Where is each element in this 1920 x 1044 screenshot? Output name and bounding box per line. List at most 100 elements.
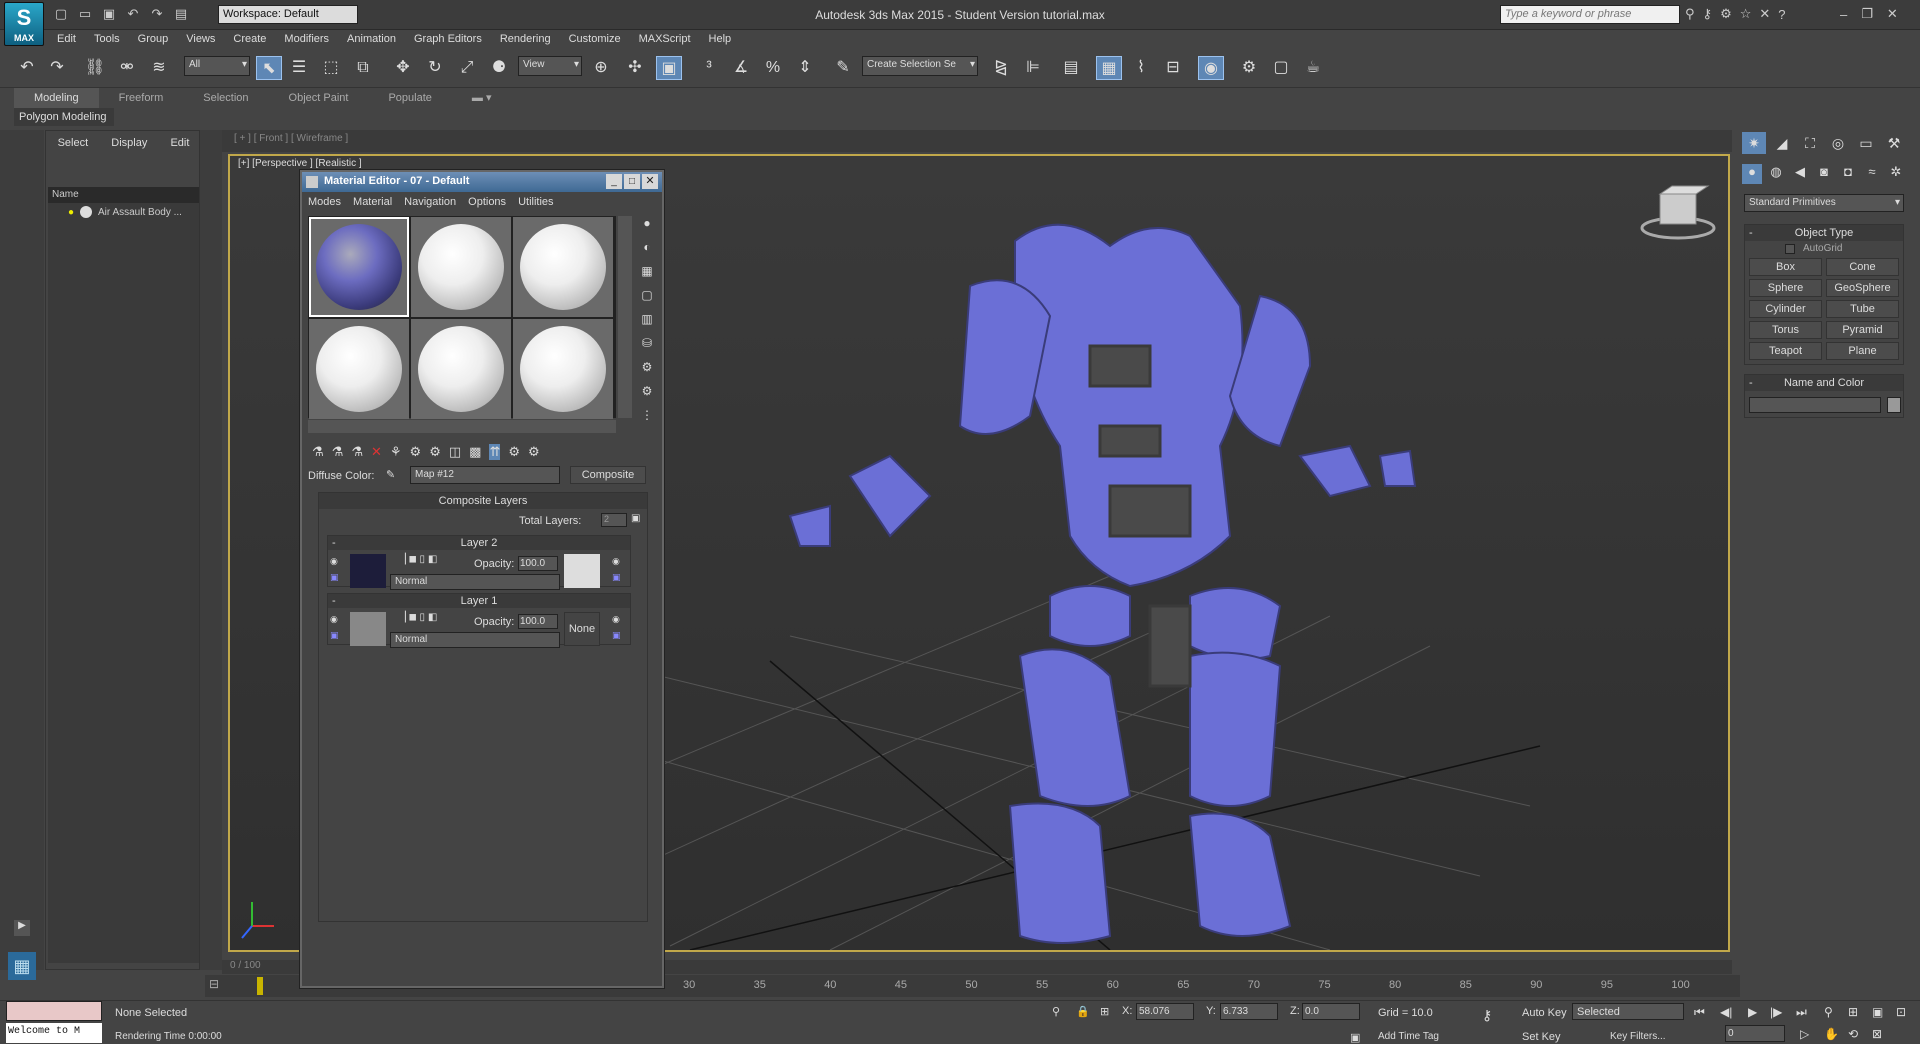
mask-thumbnail[interactable] [564, 554, 600, 588]
show-end-result-icon[interactable]: ▩ [469, 444, 481, 460]
exchange-icon[interactable]: ✕ [1759, 6, 1770, 22]
viewcube-icon[interactable] [1640, 185, 1716, 240]
workspace-dropdown[interactable]: Workspace: Default [218, 5, 358, 24]
render-production-icon[interactable]: ☕ [1300, 56, 1326, 80]
sample-slot[interactable] [309, 319, 409, 419]
sample-slot[interactable] [513, 217, 613, 317]
unlink-icon[interactable]: ⚮ [114, 56, 140, 80]
key-filters-button[interactable]: Key Filters... [1610, 1031, 1666, 1042]
snaps-toggle-icon[interactable]: ³ [696, 56, 722, 80]
expand-arrow-icon[interactable]: ▶ [14, 920, 30, 936]
layer-title[interactable]: Layer 2 [328, 536, 630, 550]
lock-icon[interactable]: 🔒 [1076, 1005, 1090, 1018]
zoom-extents-all-icon[interactable]: ⊡ [1896, 1005, 1906, 1019]
previous-frame-icon[interactable]: ◀| [1720, 1005, 1732, 1019]
restore-icon[interactable]: ❐ [1861, 6, 1873, 22]
layer-action-icons[interactable]: ▕ ◼ ▯ ◧ [398, 554, 437, 565]
armor-model[interactable] [788, 223, 1417, 944]
opacity-input[interactable]: 100.0 [518, 614, 558, 629]
tab-freeform[interactable]: Freeform [99, 88, 184, 108]
menu-modifiers[interactable]: Modifiers [275, 30, 338, 48]
layer-action-icons[interactable]: ▕ ◼ ▯ ◧ [398, 612, 437, 623]
layer-texture-thumbnail[interactable] [350, 612, 386, 646]
minimize-icon[interactable]: _ [606, 174, 622, 189]
selection-filter-dropdown[interactable]: All [184, 56, 250, 76]
rollout-title[interactable]: Name and Color [1745, 375, 1903, 391]
select-and-scale-icon[interactable]: ⤢ [454, 56, 480, 80]
video-color-check-icon[interactable]: ▥ [638, 312, 656, 336]
orbit-icon[interactable]: ⟲ [1848, 1027, 1858, 1041]
current-frame-input[interactable]: 0 [1725, 1025, 1785, 1042]
lights-icon[interactable]: ◀ [1790, 164, 1810, 184]
blend-mode-dropdown[interactable]: Normal [390, 574, 560, 590]
sample-slot[interactable] [411, 217, 511, 317]
autogrid-checkbox[interactable] [1785, 243, 1795, 254]
go-to-start-icon[interactable]: ⏮ [1694, 1005, 1705, 1020]
play-icon[interactable]: ▶ [1748, 1005, 1757, 1019]
menu-views[interactable]: Views [177, 30, 224, 48]
scene-explorer-icon[interactable]: ▦ [1096, 56, 1122, 80]
reset-map-icon[interactable]: ✕ [371, 444, 382, 460]
visibility-eye-icon[interactable]: ◉ [330, 556, 338, 567]
key-selection-dropdown[interactable]: Selected [1572, 1003, 1684, 1020]
add-time-tag[interactable]: Add Time Tag [1378, 1031, 1439, 1042]
minimize-icon[interactable]: – [1840, 7, 1847, 22]
close-icon[interactable]: ✕ [1887, 6, 1898, 22]
visibility-eye-icon[interactable]: ◉ [330, 614, 338, 625]
menu-group[interactable]: Group [129, 30, 178, 48]
me-menu-utilities[interactable]: Utilities [512, 196, 559, 208]
pivot-center-icon[interactable]: ⊕ [588, 56, 614, 80]
tab-selection[interactable]: Selection [183, 88, 268, 108]
geosphere-button[interactable]: GeoSphere [1826, 279, 1899, 297]
utilities-tab-icon[interactable]: ⚒ [1882, 132, 1906, 154]
key-icon[interactable]: ⚷ [1703, 6, 1713, 22]
pyramid-button[interactable]: Pyramid [1826, 321, 1899, 339]
y-coord-input[interactable]: 6.733 [1220, 1003, 1278, 1020]
create-tab-icon[interactable]: ✷ [1742, 132, 1766, 154]
subscription-icon[interactable]: ⚙ [1720, 6, 1732, 22]
hierarchy-tab-icon[interactable]: ⛶ [1798, 132, 1822, 154]
menu-animation[interactable]: Animation [338, 30, 405, 48]
tube-button[interactable]: Tube [1826, 300, 1899, 318]
maxscript-listener-input[interactable] [6, 1001, 102, 1021]
cone-button[interactable]: Cone [1826, 258, 1899, 276]
manipulate-icon[interactable]: ✣ [622, 56, 648, 80]
key-icon[interactable]: ⚷ [1482, 1007, 1492, 1024]
torus-button[interactable]: Torus [1749, 321, 1822, 339]
display-tab-icon[interactable]: ▭ [1854, 132, 1878, 154]
go-forward-sibling-icon[interactable]: ⚙ [508, 444, 520, 460]
material-editor-icon[interactable]: ◉ [1198, 56, 1224, 80]
named-selection-dropdown[interactable]: Create Selection Se [862, 56, 978, 76]
menu-create[interactable]: Create [224, 30, 275, 48]
maxscript-output[interactable]: Welcome to M [6, 1023, 102, 1043]
ribbon-panel-polygon-modeling[interactable]: Polygon Modeling [14, 108, 114, 126]
auto-key-button[interactable]: Auto Key [1522, 1007, 1567, 1019]
me-menu-navigation[interactable]: Navigation [398, 196, 462, 208]
layer-texture-thumbnail[interactable] [350, 554, 386, 588]
me-menu-modes[interactable]: Modes [302, 196, 347, 208]
assign-to-selection-icon[interactable]: ⚗ [351, 444, 363, 460]
object-color-swatch[interactable] [1887, 397, 1901, 413]
mask-color-correct-icon[interactable]: ▣ [612, 572, 621, 583]
zoom-extents-icon[interactable]: ▣ [1872, 1005, 1883, 1019]
mask-none-button[interactable]: None [564, 612, 600, 646]
slots-vertical-scrollbar[interactable] [618, 216, 632, 418]
redo-icon[interactable]: ↷ [44, 56, 70, 80]
maximize-icon[interactable]: □ [624, 174, 640, 189]
edit-named-selection-icon[interactable]: ✎ [830, 56, 856, 80]
rollout-title[interactable]: Object Type [1745, 225, 1903, 241]
geometry-icon[interactable]: ● [1742, 164, 1762, 184]
sample-slot[interactable] [309, 217, 409, 317]
get-material-icon[interactable]: ⚗ [312, 444, 324, 460]
menu-graph-editors[interactable]: Graph Editors [405, 30, 491, 48]
me-menu-material[interactable]: Material [347, 196, 398, 208]
add-time-tag-icon[interactable]: ▣ [1350, 1031, 1360, 1044]
me-menu-options[interactable]: Options [462, 196, 512, 208]
menu-maxscript[interactable]: MAXScript [630, 30, 700, 48]
motion-tab-icon[interactable]: ◎ [1826, 132, 1850, 154]
sample-uv-tiling-icon[interactable]: ▢ [638, 288, 656, 312]
eyedropper-icon[interactable]: ✎ [386, 468, 395, 481]
window-crossing-icon[interactable]: ⧉ [350, 56, 376, 80]
absolute-mode-icon[interactable]: ⊞ [1100, 1005, 1109, 1018]
go-sibling-icon[interactable]: ⚙ [528, 444, 540, 460]
